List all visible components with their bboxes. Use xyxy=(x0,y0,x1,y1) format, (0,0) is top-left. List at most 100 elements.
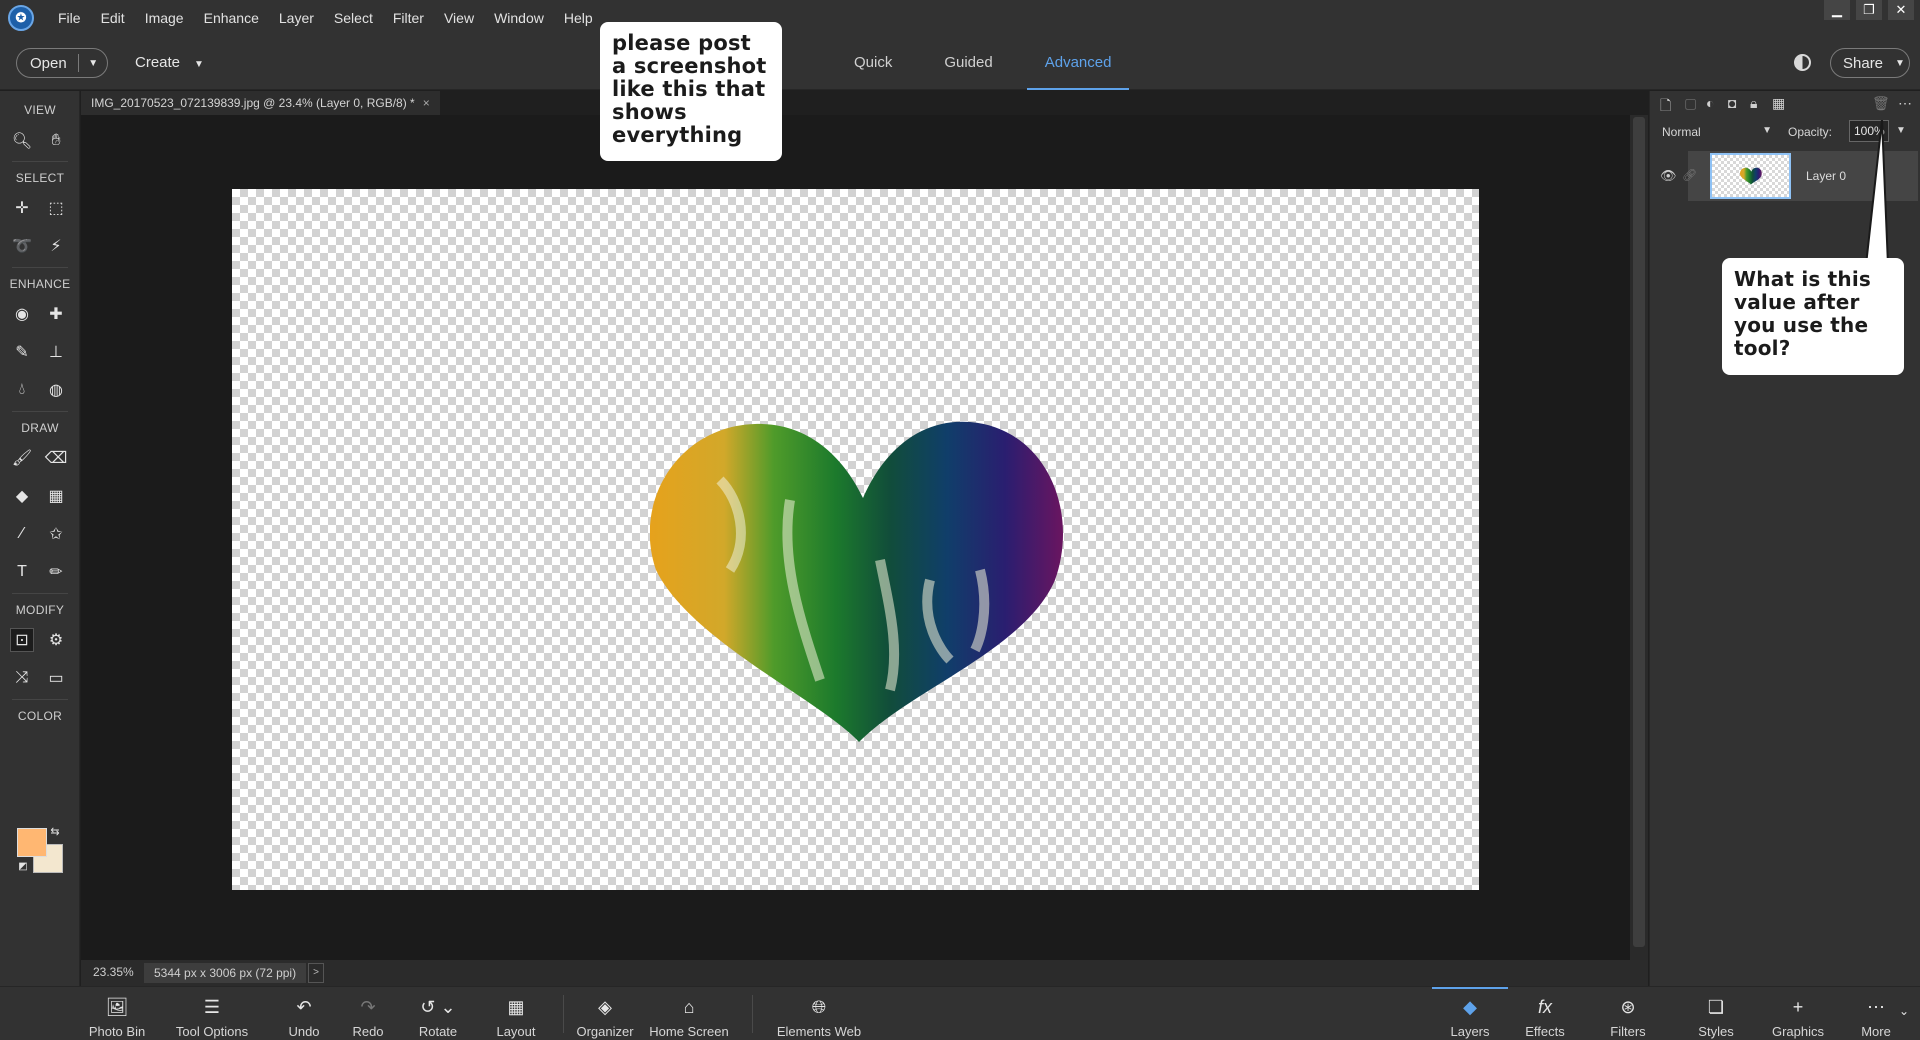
share-button[interactable]: Share ▼ xyxy=(1830,48,1910,78)
section-draw: DRAW xyxy=(21,421,59,435)
status-menu-icon[interactable]: > xyxy=(308,963,324,983)
new-group-icon[interactable]: ▢ xyxy=(1684,95,1697,112)
tool-options-button[interactable]: ☰ Tool Options xyxy=(172,987,252,1040)
zoom-level: 23.35% xyxy=(93,965,134,979)
section-view: VIEW xyxy=(24,103,56,117)
blend-mode-select[interactable]: Normal ▼ xyxy=(1662,125,1772,139)
lock-transparency-icon[interactable]: ▦ xyxy=(1772,95,1785,112)
home-screen-button[interactable]: ⌂ Home Screen xyxy=(648,987,730,1040)
tab-advanced[interactable]: Advanced xyxy=(1026,36,1130,90)
menu-image[interactable]: Image xyxy=(135,10,194,26)
gradient-tool-icon[interactable]: ▦ xyxy=(44,484,68,508)
scrollbar-thumb[interactable] xyxy=(1633,117,1645,947)
menu-help[interactable]: Help xyxy=(554,10,603,26)
brush-tool-icon[interactable]: 🖌︎ xyxy=(10,446,34,470)
restore-icon[interactable]: ❐ xyxy=(1856,0,1882,20)
rotate-button[interactable]: ↺ ⌄ Rotate xyxy=(414,987,462,1040)
tab-guided[interactable]: Guided xyxy=(926,36,1010,90)
minimize-icon[interactable]: ▁ xyxy=(1824,0,1850,20)
undo-button[interactable]: ↶ Undo xyxy=(284,987,324,1040)
smart-brush-tool-icon[interactable]: ✎ xyxy=(10,340,34,364)
lock-icon[interactable]: 🔒︎ xyxy=(1750,95,1757,112)
elements-web-button[interactable]: 🌐︎ Elements Web xyxy=(776,987,862,1040)
close-tab-icon[interactable]: × xyxy=(423,96,430,110)
create-button[interactable]: Create ▼ xyxy=(135,54,204,71)
menu-enhance[interactable]: Enhance xyxy=(194,10,269,26)
swap-colors-icon[interactable]: ⇆ xyxy=(48,824,62,838)
magic-wand-tool-icon[interactable]: ⚡︎ xyxy=(44,234,68,258)
menu-view[interactable]: View xyxy=(434,10,484,26)
blur-tool-icon[interactable]: 💧︎ xyxy=(10,378,34,402)
photo-bin-button[interactable]: 🖼︎ Photo Bin xyxy=(86,987,148,1040)
type-tool-icon[interactable]: T xyxy=(10,560,34,584)
menu-window[interactable]: Window xyxy=(484,10,554,26)
effects-button[interactable]: fx Effects xyxy=(1522,987,1568,1040)
graphics-button[interactable]: + Graphics xyxy=(1770,987,1826,1040)
filters-button[interactable]: ⊛ Filters xyxy=(1606,987,1650,1040)
adjustment-layer-icon[interactable]: ◐ xyxy=(1706,95,1714,111)
theme-toggle-icon[interactable] xyxy=(1794,54,1811,71)
open-dropdown-icon[interactable]: ▼ xyxy=(79,58,107,69)
eyedropper-tool-icon[interactable]: ⁄ xyxy=(10,522,34,546)
layer-mask-icon[interactable]: ◘ xyxy=(1728,95,1736,111)
lasso-tool-icon[interactable]: ➰ xyxy=(10,234,34,258)
menu-filter[interactable]: Filter xyxy=(383,10,434,26)
zoom-tool-icon[interactable]: 🔍︎ xyxy=(10,129,34,153)
eraser-tool-icon[interactable]: ⌫ xyxy=(44,446,68,470)
organizer-icon: ◈ xyxy=(598,997,612,1017)
redo-button[interactable]: ↷ Redo xyxy=(348,987,388,1040)
vertical-scrollbar[interactable] xyxy=(1630,115,1648,960)
layers-panel-toolbar: 🗋︎ ▢ ◐ ◘ 🔒︎ ▦ 🗑︎ ⋯ xyxy=(1650,91,1920,115)
photo-bin-icon: 🖼︎ xyxy=(105,997,129,1017)
menu-select[interactable]: Select xyxy=(324,10,383,26)
bottom-collapse-button[interactable]: ⌄ xyxy=(1896,987,1912,1040)
foreground-color-swatch[interactable] xyxy=(17,828,47,857)
effects-label: Effects xyxy=(1525,1024,1565,1039)
new-layer-icon[interactable]: 🗋︎ xyxy=(1660,95,1671,119)
layers-icon: ◆ xyxy=(1463,997,1477,1017)
open-button[interactable]: Open ▼ xyxy=(16,48,108,78)
home-icon: ⌂ xyxy=(683,997,695,1017)
menu-file[interactable]: File xyxy=(48,10,91,26)
tool-options-label: Tool Options xyxy=(175,1024,249,1039)
bottom-divider xyxy=(752,995,753,1033)
sponge-tool-icon[interactable]: ◍ xyxy=(44,378,68,402)
crop-tool-icon[interactable]: ⊡ xyxy=(10,628,34,652)
app-logo-icon[interactable]: ✪ xyxy=(8,5,34,31)
layer-link-icon[interactable]: 🔗︎ xyxy=(1682,168,1697,182)
layout-button[interactable]: ▦ Layout xyxy=(494,987,538,1040)
clone-stamp-tool-icon[interactable]: ⊥ xyxy=(44,340,68,364)
layers-button[interactable]: ◆ Layers xyxy=(1432,987,1508,1040)
content-aware-move-tool-icon[interactable]: ⤨ xyxy=(10,666,34,690)
close-icon[interactable]: ✕ xyxy=(1888,0,1914,20)
panel-menu-icon[interactable]: ⋯ xyxy=(1898,95,1912,112)
photo-bin-label: Photo Bin xyxy=(88,1024,146,1039)
visibility-eye-icon[interactable]: 👁︎ xyxy=(1660,168,1677,184)
menu-edit[interactable]: Edit xyxy=(91,10,135,26)
red-eye-tool-icon[interactable]: ◉ xyxy=(10,302,34,326)
delete-layer-icon[interactable]: 🗑︎ xyxy=(1872,95,1890,112)
paint-bucket-tool-icon[interactable]: ◆ xyxy=(10,484,34,508)
callout-screenshot-request: please post a screenshot like this that … xyxy=(600,22,782,161)
styles-button[interactable]: ❏ Styles xyxy=(1696,987,1736,1040)
pencil-tool-icon[interactable]: ✏︎ xyxy=(44,560,68,584)
hand-tool-icon[interactable]: ✋︎ xyxy=(44,129,68,153)
custom-shape-tool-icon[interactable]: ✩ xyxy=(44,522,68,546)
move-tool-icon[interactable]: ✛ xyxy=(10,196,34,220)
default-colors-icon[interactable]: ◩ xyxy=(16,859,30,873)
opacity-dropdown-icon[interactable]: ▼ xyxy=(1896,125,1906,136)
tab-quick[interactable]: Quick xyxy=(836,36,910,90)
more-button[interactable]: ⋯ More xyxy=(1858,987,1894,1040)
styles-icon: ❏ xyxy=(1707,997,1725,1017)
share-dropdown-icon: ▼ xyxy=(1895,57,1905,69)
marquee-tool-icon[interactable]: ⬚ xyxy=(44,196,68,220)
document-dimensions: 5344 px x 3006 px (72 ppi) xyxy=(144,963,307,983)
organizer-button[interactable]: ◈ Organizer xyxy=(574,987,636,1040)
layer-thumbnail[interactable] xyxy=(1710,153,1791,199)
menu-layer[interactable]: Layer xyxy=(269,10,324,26)
document-tab-strip: IMG_20170523_072139839.jpg @ 23.4% (Laye… xyxy=(81,91,1634,115)
recompose-tool-icon[interactable]: ⚙︎ xyxy=(44,628,68,652)
document-tab[interactable]: IMG_20170523_072139839.jpg @ 23.4% (Laye… xyxy=(81,91,440,115)
straighten-tool-icon[interactable]: ▭ xyxy=(44,666,68,690)
spot-healing-tool-icon[interactable]: ✚ xyxy=(44,302,68,326)
